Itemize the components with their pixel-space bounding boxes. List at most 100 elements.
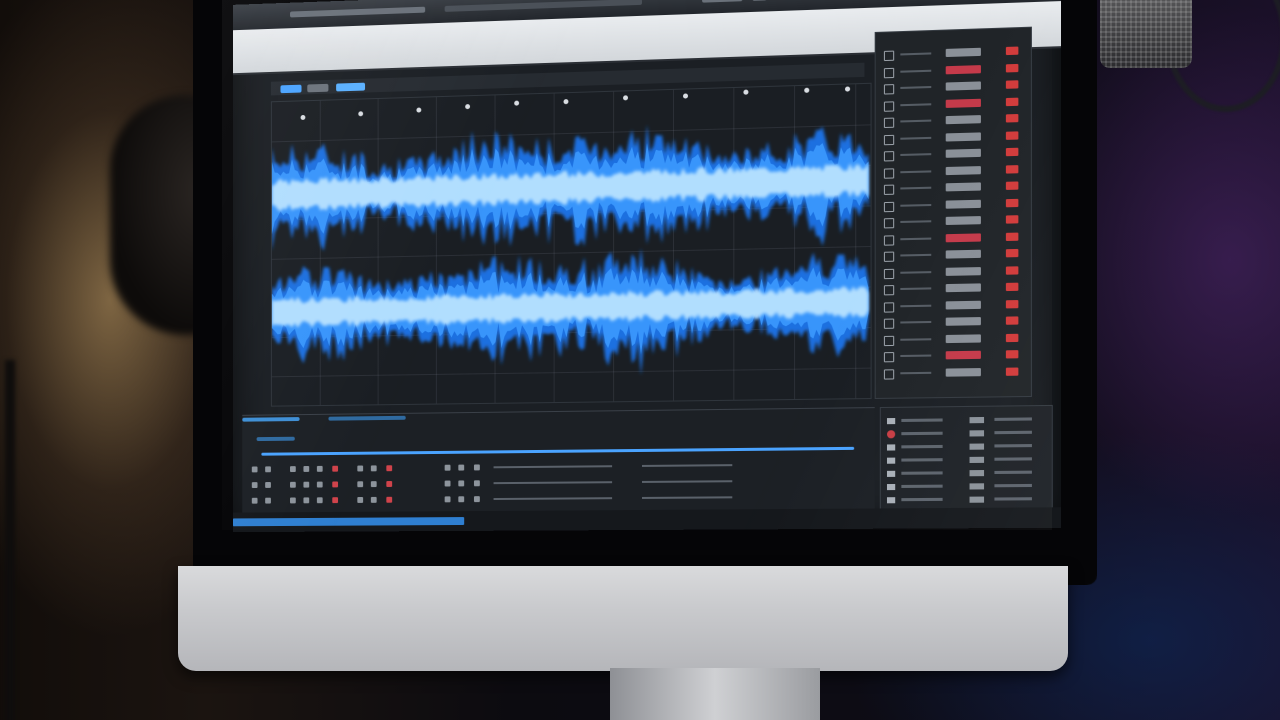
track-control-button[interactable]: [332, 481, 339, 488]
track-control-button[interactable]: [458, 480, 465, 487]
track-control-button[interactable]: [303, 481, 310, 488]
track-fader[interactable]: [641, 464, 733, 467]
mixer-row[interactable]: [886, 481, 1042, 492]
track-list-row[interactable]: [883, 348, 1023, 363]
channel-button[interactable]: [969, 470, 985, 477]
record-arm-indicator[interactable]: [1005, 232, 1019, 241]
track-control-button[interactable]: [265, 497, 271, 504]
track-list-row[interactable]: [883, 129, 1023, 145]
mixer-row[interactable]: [886, 494, 1042, 505]
track-tab[interactable]: [307, 83, 329, 93]
channel-button[interactable]: [969, 483, 985, 490]
track-list-row[interactable]: [883, 281, 1023, 296]
record-arm-indicator[interactable]: [1005, 366, 1019, 376]
mixer-row[interactable]: [886, 414, 1042, 426]
track-fader[interactable]: [493, 481, 613, 485]
track-control-button[interactable]: [251, 482, 258, 489]
track-fader[interactable]: [641, 496, 733, 499]
track-list-row[interactable]: [883, 331, 1023, 346]
channel-fader[interactable]: [994, 483, 1032, 488]
track-list-row[interactable]: [883, 78, 1023, 95]
record-arm-indicator[interactable]: [1005, 130, 1019, 140]
transport-track-row[interactable]: [251, 475, 865, 490]
track-control-button[interactable]: [444, 480, 451, 487]
track-list-row[interactable]: [883, 297, 1023, 313]
track-tab[interactable]: [336, 82, 366, 92]
track-fader[interactable]: [493, 465, 613, 469]
track-control-button[interactable]: [290, 481, 296, 488]
track-control-button[interactable]: [251, 497, 258, 504]
track-control-button[interactable]: [316, 481, 323, 488]
track-control-button[interactable]: [473, 480, 480, 487]
channel-fader[interactable]: [994, 457, 1032, 461]
track-control-button[interactable]: [458, 464, 465, 471]
timeline-scrubber[interactable]: [261, 446, 855, 456]
record-arm-indicator[interactable]: [1005, 333, 1019, 342]
track-list-row[interactable]: [883, 314, 1023, 329]
track-control-button[interactable]: [357, 465, 364, 472]
record-arm-indicator[interactable]: [1005, 63, 1019, 72]
record-icon[interactable]: [886, 430, 896, 439]
mixer-row[interactable]: [886, 428, 1042, 440]
track-control-button[interactable]: [473, 496, 480, 503]
record-arm-indicator[interactable]: [1005, 164, 1019, 174]
channel-button[interactable]: [969, 496, 985, 503]
track-control-button[interactable]: [357, 481, 364, 488]
track-control-button[interactable]: [444, 464, 451, 471]
record-arm-indicator[interactable]: [1005, 248, 1019, 258]
track-list-row[interactable]: [883, 365, 1023, 380]
mixer-row[interactable]: [886, 441, 1042, 453]
channel-fader[interactable]: [994, 444, 1032, 448]
record-arm-indicator[interactable]: [1005, 215, 1019, 224]
track-list-row[interactable]: [883, 179, 1023, 195]
track-list-row[interactable]: [883, 230, 1023, 246]
channel-fader[interactable]: [994, 470, 1032, 475]
track-control-button[interactable]: [332, 497, 339, 504]
channel-button[interactable]: [969, 456, 985, 464]
track-list-row[interactable]: [883, 213, 1023, 229]
record-arm-indicator[interactable]: [1005, 97, 1019, 106]
track-control-button[interactable]: [332, 465, 339, 472]
waveform-editor[interactable]: [270, 82, 872, 407]
channel-fader[interactable]: [994, 430, 1032, 435]
channel-fader[interactable]: [994, 497, 1032, 501]
channel-button[interactable]: [969, 416, 985, 424]
track-list-row[interactable]: [883, 146, 1023, 162]
track-control-button[interactable]: [386, 496, 393, 503]
track-control-button[interactable]: [251, 466, 258, 473]
channel-fader[interactable]: [994, 417, 1032, 421]
track-list-row[interactable]: [883, 61, 1023, 78]
channel-button[interactable]: [969, 430, 985, 437]
transport-track-row[interactable]: [251, 459, 865, 474]
track-control-button[interactable]: [370, 481, 377, 488]
track-list-row[interactable]: [883, 95, 1023, 112]
track-control-button[interactable]: [370, 496, 377, 503]
track-control-button[interactable]: [290, 497, 296, 504]
record-arm-indicator[interactable]: [1005, 265, 1019, 275]
track-list-row[interactable]: [883, 264, 1023, 279]
track-control-button[interactable]: [370, 465, 377, 472]
track-control-button[interactable]: [265, 482, 271, 488]
channel-button[interactable]: [969, 443, 985, 450]
record-arm-indicator[interactable]: [1005, 80, 1019, 89]
transport-track-row[interactable]: [251, 491, 865, 505]
track-control-button[interactable]: [357, 497, 364, 503]
playback-progress-bar[interactable]: [242, 417, 300, 422]
track-list-row[interactable]: [883, 196, 1023, 212]
record-arm-indicator[interactable]: [1005, 181, 1019, 190]
record-arm-indicator[interactable]: [1005, 198, 1019, 207]
record-arm-indicator[interactable]: [1005, 299, 1019, 308]
track-list-row[interactable]: [883, 112, 1023, 129]
mixer-row[interactable]: [886, 467, 1042, 478]
track-list-row[interactable]: [883, 162, 1023, 179]
track-control-button[interactable]: [458, 496, 465, 503]
record-arm-indicator[interactable]: [1005, 316, 1019, 325]
track-control-button[interactable]: [473, 464, 480, 471]
record-arm-indicator[interactable]: [1005, 46, 1019, 56]
track-list-row[interactable]: [883, 44, 1023, 62]
track-control-button[interactable]: [316, 497, 323, 504]
mixer-row[interactable]: [886, 454, 1042, 466]
track-control-button[interactable]: [290, 466, 296, 473]
record-arm-indicator[interactable]: [1005, 282, 1019, 292]
track-fader[interactable]: [493, 497, 613, 501]
